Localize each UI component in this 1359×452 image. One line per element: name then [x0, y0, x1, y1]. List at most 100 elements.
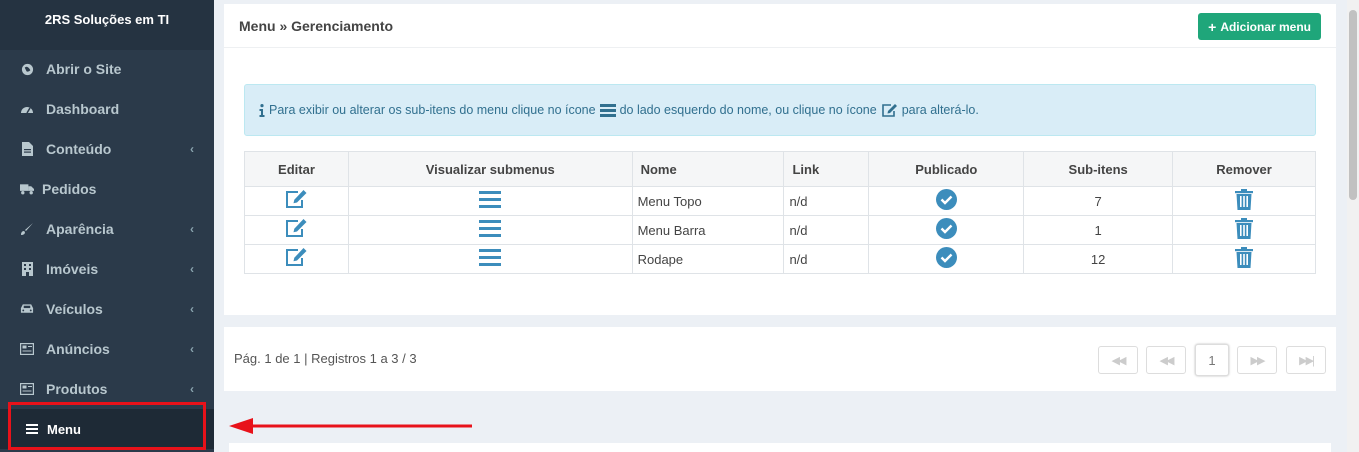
table-row: Menu Barra n/d 1	[244, 215, 1316, 245]
pagination-panel: Pág. 1 de 1 | Registros 1 a 3 / 3 ◀◀ ◀◀ …	[224, 327, 1336, 391]
col-header-link[interactable]: Link	[783, 151, 870, 187]
sidebar-item-abrir-site[interactable]: Abrir o Site	[0, 49, 214, 89]
newspaper-icon	[20, 382, 34, 396]
menu-table: Editar Visualizar submenus Nome Link Pub…	[244, 151, 1316, 274]
link-cell: n/d	[783, 186, 870, 216]
info-text-2: do lado esquerdo do nome, ou clique no í…	[619, 103, 877, 117]
chevron-left-icon: ‹	[190, 342, 194, 356]
submenu-cell	[347, 215, 633, 245]
car-icon	[20, 302, 34, 316]
chevron-left-icon: ‹	[190, 302, 194, 316]
edit-icon	[881, 103, 898, 118]
chevron-left-icon: ‹	[190, 382, 194, 396]
sidebar-item-label: Menu	[47, 421, 81, 437]
sidebar-item-label: Conteúdo	[46, 141, 112, 157]
add-menu-button[interactable]: + Adicionar menu	[1198, 13, 1321, 40]
truck-icon	[20, 182, 34, 196]
submenu-cell	[347, 244, 633, 274]
subitems-cell: 1	[1023, 215, 1174, 245]
table-row: Rodape n/d 12	[244, 244, 1316, 274]
edit-icon[interactable]	[284, 189, 308, 210]
col-header-visualizar[interactable]: Visualizar submenus	[347, 151, 633, 187]
edit-icon[interactable]	[284, 247, 308, 268]
sidebar-item-label: Dashboard	[46, 101, 120, 117]
scrollbar-thumb[interactable]	[1349, 10, 1357, 200]
edit-cell	[244, 215, 349, 245]
sidebar-item-label: Abrir o Site	[46, 61, 122, 77]
pagination-info: Pág. 1 de 1 | Registros 1 a 3 / 3	[234, 351, 417, 366]
dashboard-icon	[20, 102, 34, 116]
trash-icon[interactable]	[1235, 218, 1254, 239]
submenu-cell	[347, 186, 633, 216]
file-icon	[20, 142, 34, 156]
name-cell: Menu Barra	[631, 215, 785, 245]
building-icon	[20, 262, 34, 276]
sidebar-item-veiculos[interactable]: Veículos ‹	[0, 289, 214, 329]
col-header-editar[interactable]: Editar	[244, 151, 349, 187]
bars-icon	[25, 422, 39, 436]
newspaper-icon	[20, 342, 34, 356]
sidebar-item-conteudo[interactable]: Conteúdo ‹	[0, 129, 214, 169]
edit-cell	[244, 244, 349, 274]
brush-icon	[20, 222, 34, 236]
sidebar: 2RS Soluções em TI Abrir o Site Dashboar…	[0, 0, 214, 452]
sidebar-item-pedidos[interactable]: Pedidos	[0, 169, 214, 209]
info-alert: Para exibir ou alterar os sub-itens do m…	[244, 84, 1316, 136]
subitems-cell: 7	[1023, 186, 1174, 216]
add-menu-label: Adicionar menu	[1220, 19, 1311, 34]
subitems-cell: 12	[1023, 244, 1174, 274]
bars-icon	[599, 103, 616, 117]
page-1-button[interactable]: 1	[1195, 344, 1229, 376]
sidebar-item-aparencia[interactable]: Aparência ‹	[0, 209, 214, 249]
sidebar-item-produtos[interactable]: Produtos ‹	[0, 369, 214, 409]
bottom-panel	[229, 443, 1331, 452]
first-page-button[interactable]: ◀◀	[1098, 346, 1138, 374]
info-icon	[259, 103, 265, 117]
table-row: Menu Topo n/d 7	[244, 186, 1316, 216]
bars-icon[interactable]	[479, 249, 502, 266]
table-header-row: Editar Visualizar submenus Nome Link Pub…	[244, 151, 1316, 187]
sidebar-item-menu[interactable]: Menu	[0, 409, 214, 449]
info-text-3: para alterá-lo.	[901, 103, 979, 117]
link-cell: n/d	[783, 215, 870, 245]
col-header-nome[interactable]: Nome	[631, 151, 785, 187]
sidebar-item-imoveis[interactable]: Imóveis ‹	[0, 249, 214, 289]
bars-icon[interactable]	[479, 220, 502, 237]
sidebar-item-label: Veículos	[46, 301, 103, 317]
sidebar-item-label: Anúncios	[46, 341, 110, 357]
col-header-remover[interactable]: Remover	[1172, 151, 1316, 187]
remove-cell	[1172, 215, 1316, 245]
chevron-left-icon: ‹	[190, 262, 194, 276]
remove-cell	[1172, 244, 1316, 274]
published-cell	[868, 186, 1025, 216]
last-page-button[interactable]: ▶▶|	[1286, 346, 1326, 374]
prev-page-button[interactable]: ◀◀	[1146, 346, 1186, 374]
name-cell: Menu Topo	[631, 186, 785, 216]
edit-icon[interactable]	[284, 218, 308, 239]
breadcrumb: Menu » Gerenciamento	[224, 4, 1336, 48]
published-cell	[868, 215, 1025, 245]
sidebar-item-label: Pedidos	[42, 181, 97, 197]
check-circle-icon[interactable]	[935, 247, 957, 268]
name-cell: Rodape	[631, 244, 785, 274]
info-text-1: Para exibir ou alterar os sub-itens do m…	[269, 103, 596, 117]
next-page-button[interactable]: ▶▶	[1237, 346, 1277, 374]
col-header-publicado[interactable]: Publicado	[868, 151, 1025, 187]
sidebar-item-dashboard[interactable]: Dashboard	[0, 89, 214, 129]
chevron-left-icon: ‹	[190, 222, 194, 236]
edit-cell	[244, 186, 349, 216]
globe-icon	[20, 62, 34, 76]
link-cell: n/d	[783, 244, 870, 274]
scrollbar[interactable]	[1347, 0, 1359, 452]
trash-icon[interactable]	[1235, 247, 1254, 268]
trash-icon[interactable]	[1235, 189, 1254, 210]
col-header-subitens[interactable]: Sub-itens	[1023, 151, 1174, 187]
check-circle-icon[interactable]	[935, 189, 957, 210]
bars-icon[interactable]	[479, 191, 502, 208]
sidebar-item-anuncios[interactable]: Anúncios ‹	[0, 329, 214, 369]
menu-management-panel: Menu » Gerenciamento + Adicionar menu Pa…	[224, 4, 1336, 315]
app-title: 2RS Soluções em TI	[0, 0, 214, 50]
check-circle-icon[interactable]	[935, 218, 957, 239]
annotation-arrow-icon	[229, 418, 472, 434]
published-cell	[868, 244, 1025, 274]
